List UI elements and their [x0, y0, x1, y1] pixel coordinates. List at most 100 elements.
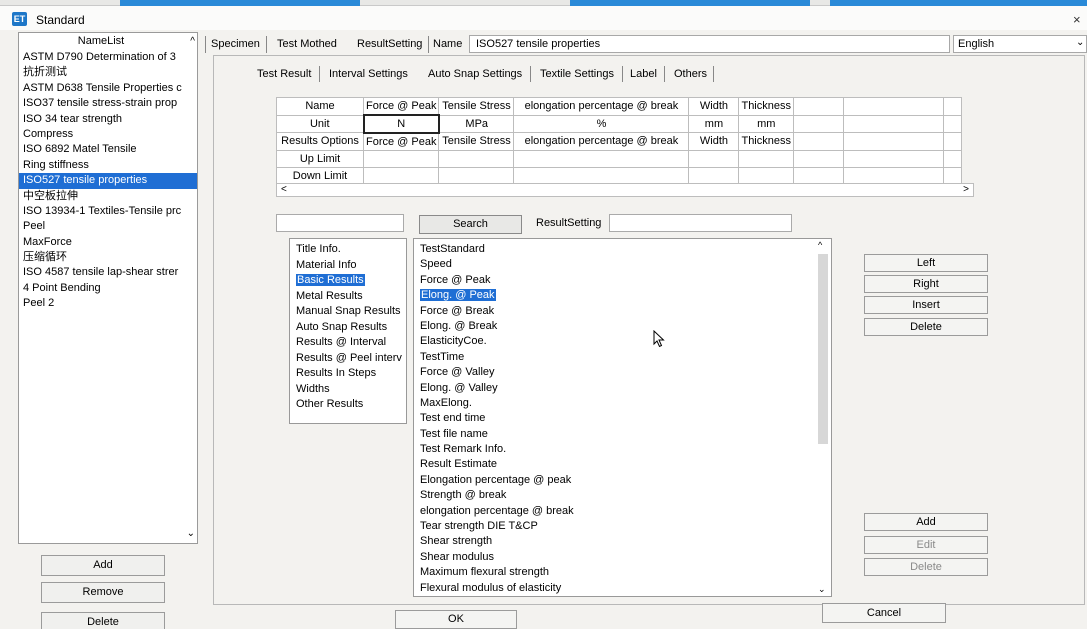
result-item[interactable]: ElasticityCoe.: [414, 334, 831, 349]
search-input[interactable]: [276, 214, 404, 232]
namelist-item[interactable]: 压缩循环: [19, 250, 197, 265]
vertical-scrollbar[interactable]: ^ ⌄: [816, 240, 830, 595]
category-item[interactable]: Results In Steps: [290, 366, 406, 382]
result-item[interactable]: Flexural modulus of elasticity: [414, 581, 831, 596]
results-list[interactable]: TestStandard Speed Force @ Peak Elong. @ Pe…: [413, 238, 832, 597]
result-item[interactable]: Result Estimate: [414, 457, 831, 472]
add-button[interactable]: Add: [41, 555, 165, 576]
namelist-item[interactable]: ISO 34 tear strength: [19, 112, 197, 127]
result-item[interactable]: Elongation percentage @ peak: [414, 473, 831, 488]
grid-cell[interactable]: mm: [688, 114, 740, 133]
grid-cell[interactable]: [438, 149, 515, 168]
result-item[interactable]: Elong. @ Peak: [414, 288, 831, 303]
tab-label[interactable]: Label: [630, 67, 657, 81]
chevron-down-icon[interactable]: ⌄: [1076, 37, 1084, 48]
namelist-item[interactable]: Peel: [19, 219, 197, 234]
result-item[interactable]: Speed: [414, 257, 831, 272]
category-item[interactable]: Metal Results: [290, 289, 406, 305]
namelist-item[interactable]: Peel 2: [19, 296, 197, 311]
tab-test-result[interactable]: Test Result: [257, 67, 311, 81]
grid-cell[interactable]: MPa: [438, 114, 515, 133]
namelist-item[interactable]: 抗折测试: [19, 65, 197, 80]
grid-cell[interactable]: [943, 114, 962, 133]
category-item[interactable]: Widths: [290, 382, 406, 398]
grid-cell[interactable]: elongation percentage @ break: [513, 132, 690, 151]
result-item[interactable]: Test Remark Info.: [414, 442, 831, 457]
grid-cell[interactable]: elongation percentage @ break: [513, 97, 690, 116]
result-item[interactable]: elongation percentage @ break: [414, 504, 831, 519]
result-item[interactable]: Force @ Peak: [414, 273, 831, 288]
grid-cell[interactable]: [943, 97, 962, 116]
namelist-item[interactable]: ASTM D790 Determination of 3: [19, 50, 197, 65]
close-icon[interactable]: ×: [1073, 12, 1081, 27]
tab-textile-settings[interactable]: Textile Settings: [540, 67, 614, 81]
category-item[interactable]: Basic Results: [290, 273, 406, 289]
grid-cell[interactable]: Width: [688, 132, 740, 151]
grid-cell[interactable]: Thickness: [738, 132, 794, 151]
namelist-item[interactable]: Compress: [19, 127, 197, 142]
category-item[interactable]: Results @ Peel interv: [290, 351, 406, 367]
result-item[interactable]: Force @ Break: [414, 304, 831, 319]
namelist-item[interactable]: ISO37 tensile stress-strain prop: [19, 96, 197, 111]
category-item[interactable]: Other Results: [290, 397, 406, 413]
grid-cell[interactable]: Force @ Peak: [362, 132, 440, 151]
result-item[interactable]: Test file name: [414, 427, 831, 442]
namelist-item[interactable]: ISO 4587 tensile lap-shear strer: [19, 265, 197, 280]
grid-cell[interactable]: %: [513, 114, 690, 133]
scroll-right-icon[interactable]: >: [963, 184, 969, 195]
grid-cell[interactable]: [513, 149, 690, 168]
scroll-down-icon[interactable]: ⌄: [818, 584, 826, 595]
tab-interval-settings[interactable]: Interval Settings: [329, 67, 408, 81]
add-result-button[interactable]: Add: [864, 513, 988, 531]
grid-cell[interactable]: [738, 149, 794, 168]
grid-cell[interactable]: Tensile Stress: [438, 97, 515, 116]
left-button[interactable]: Left: [864, 254, 988, 272]
namelist-item[interactable]: ISO 13934-1 Textiles-Tensile prc: [19, 204, 197, 219]
result-item[interactable]: Tear strength DIE T&CP: [414, 519, 831, 534]
grid-cell[interactable]: Thickness: [738, 97, 794, 116]
result-item[interactable]: Maximum flexural strength: [414, 565, 831, 580]
result-item[interactable]: Force @ Valley: [414, 365, 831, 380]
scroll-left-icon[interactable]: <: [281, 184, 287, 195]
grid-cell[interactable]: [793, 97, 844, 116]
search-button[interactable]: Search: [419, 215, 522, 234]
scrollbar-thumb[interactable]: [818, 254, 828, 444]
namelist-item[interactable]: 4 Point Bending: [19, 281, 197, 296]
insert-button[interactable]: Insert: [864, 296, 988, 314]
grid-cell[interactable]: [362, 149, 440, 168]
grid-cell[interactable]: N: [362, 114, 440, 134]
result-setting-input[interactable]: [609, 214, 792, 232]
horizontal-scrollbar[interactable]: < >: [276, 183, 974, 197]
scroll-down-icon[interactable]: ⌄: [187, 528, 195, 539]
grid-cell[interactable]: [843, 149, 944, 168]
delete-disabled-button[interactable]: Delete: [864, 558, 988, 576]
scroll-up-icon[interactable]: ^: [190, 36, 195, 47]
category-item[interactable]: Auto Snap Results: [290, 320, 406, 336]
result-item[interactable]: Test end time: [414, 411, 831, 426]
grid-cell[interactable]: Width: [688, 97, 740, 116]
result-item[interactable]: TestStandard: [414, 242, 831, 257]
grid-cell[interactable]: [943, 132, 962, 151]
namelist-item[interactable]: ASTM D638 Tensile Properties c: [19, 81, 197, 96]
tab-auto-snap-settings[interactable]: Auto Snap Settings: [428, 67, 522, 81]
grid-cell[interactable]: [793, 114, 844, 133]
language-select[interactable]: English: [953, 35, 1087, 53]
result-item[interactable]: TestTime: [414, 350, 831, 365]
ok-button[interactable]: OK: [395, 610, 517, 629]
remove-button[interactable]: Remove: [41, 582, 165, 603]
category-item[interactable]: Title Info.: [290, 242, 406, 258]
namelist-item[interactable]: MaxForce: [19, 235, 197, 250]
category-item[interactable]: Manual Snap Results: [290, 304, 406, 320]
cancel-button[interactable]: Cancel: [822, 603, 946, 623]
result-item[interactable]: MaxElong.: [414, 396, 831, 411]
namelist-item[interactable]: 中空板拉伸: [19, 189, 197, 204]
result-item[interactable]: Strength @ break: [414, 488, 831, 503]
tab-result-setting[interactable]: ResultSetting: [357, 37, 422, 54]
result-item[interactable]: Elong. @ Valley: [414, 381, 831, 396]
tab-specimen[interactable]: Specimen: [211, 37, 260, 54]
delete-button[interactable]: Delete: [41, 612, 165, 629]
category-item[interactable]: Material Info: [290, 258, 406, 274]
namelist-item[interactable]: ISO 6892 Matel Tensile: [19, 142, 197, 157]
grid-cell[interactable]: [843, 114, 944, 133]
scroll-up-icon[interactable]: ^: [818, 240, 822, 250]
